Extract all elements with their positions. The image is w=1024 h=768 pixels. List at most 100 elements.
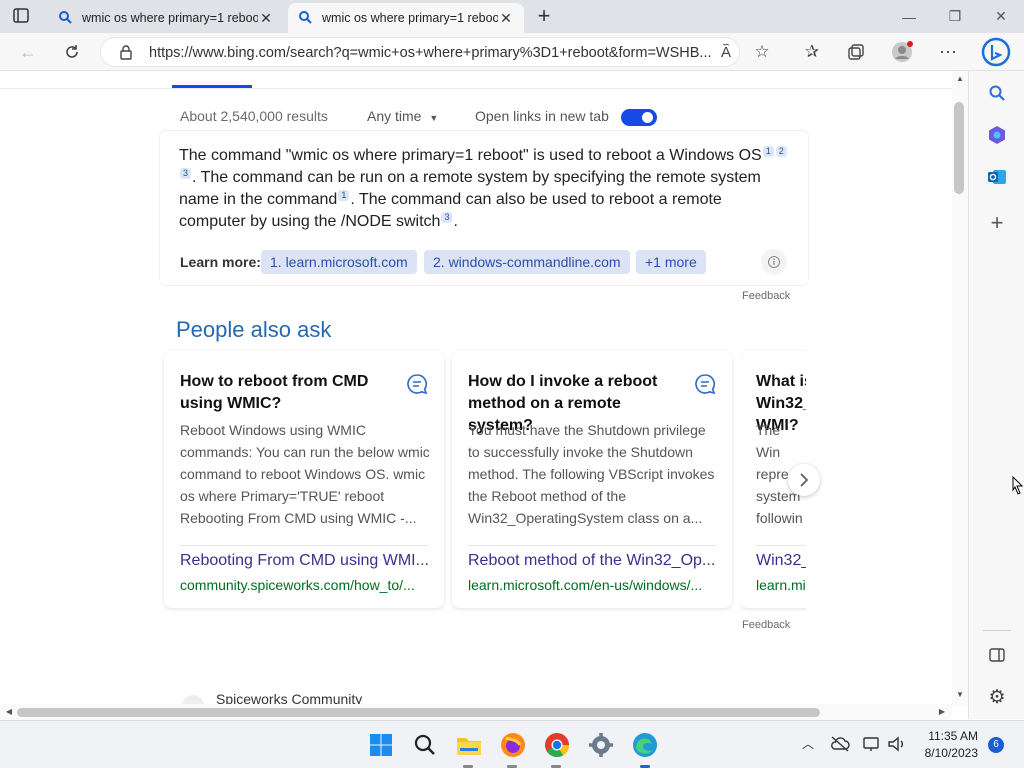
time-filter-dropdown[interactable]: Any time ▼ (367, 108, 438, 124)
settings-app-icon[interactable] (587, 731, 615, 759)
chat-bubble-icon[interactable] (694, 373, 716, 395)
citation-badge[interactable]: 2 (775, 145, 787, 157)
close-window-icon[interactable]: ✕ (978, 0, 1024, 33)
restore-icon[interactable]: ❐ (932, 0, 978, 33)
paa-result-link[interactable]: Rebooting From CMD using WMI... (180, 552, 430, 570)
scroll-up-arrow[interactable]: ▲ (953, 72, 967, 86)
new-tab-button[interactable]: + (534, 2, 554, 30)
paa-divider (756, 545, 806, 546)
paa-result-url: learn.mi (756, 577, 806, 593)
clock-date[interactable]: 8/10/2023 (920, 746, 978, 760)
profile-avatar[interactable] (886, 33, 918, 71)
minimize-icon[interactable]: — (886, 0, 932, 33)
scroll-right-arrow[interactable]: ▶ (935, 705, 949, 719)
start-windows-icon[interactable] (367, 731, 395, 759)
paa-divider (180, 545, 428, 546)
network-offline-icon[interactable] (830, 735, 850, 758)
windows-taskbar: ︿ 11:35 AM 8/10/2023 6 (0, 720, 1024, 768)
refresh-icon[interactable] (56, 33, 88, 71)
paa-result-url: community.spiceworks.com/how_to/... (180, 577, 415, 593)
chrome-icon[interactable] (543, 731, 571, 759)
mouse-cursor (1012, 475, 1024, 501)
citation-badge[interactable]: 1 (338, 189, 350, 201)
edge-icon[interactable] (631, 731, 659, 759)
favorites-icon[interactable]: ✰ (796, 33, 828, 71)
learn-more-link[interactable]: 2. windows-commandline.com (424, 250, 630, 274)
close-tab-icon[interactable]: ✕ (498, 10, 514, 27)
scroll-down-arrow[interactable]: ▼ (953, 688, 967, 702)
chevron-right-icon (800, 473, 809, 487)
paa-answer-snippet: You must have the Shutdown privilege to … (468, 422, 715, 526)
settings-more-icon[interactable]: ⋯ (932, 33, 964, 71)
collections-icon[interactable] (840, 33, 872, 71)
learn-more-label: Learn more: (180, 254, 261, 270)
citation-badge[interactable]: 1 (762, 145, 774, 157)
sidebar-search-icon[interactable] (969, 79, 1024, 107)
paa-result-link[interactable]: Reboot method of the Win32_Op... (468, 552, 718, 570)
url-text: https://www.bing.com/search?q=wmic+os+wh… (149, 45, 712, 61)
firefox-icon[interactable] (499, 731, 527, 759)
info-icon[interactable] (761, 249, 787, 275)
feedback-link[interactable]: Feedback (742, 290, 790, 302)
chat-bubble-icon[interactable] (406, 373, 428, 395)
volume-icon[interactable] (887, 735, 907, 758)
clock-time[interactable]: 11:35 AM (920, 729, 978, 743)
add-favorite-icon[interactable]: ☆ (746, 33, 778, 71)
citation-badge[interactable]: 3 (180, 167, 192, 179)
paa-card[interactable]: How to reboot from CMD using WMIC? Reboo… (164, 351, 444, 608)
tab-actions-icon[interactable] (10, 6, 32, 26)
tab-inactive[interactable]: wmic os where primary=1 reboot ✕ (48, 3, 284, 33)
header-divider (0, 88, 952, 89)
taskbar-search-icon[interactable] (411, 731, 439, 759)
answer-card: The command "wmic os where primary=1 reb… (160, 131, 808, 285)
vertical-scroll-thumb[interactable] (954, 102, 964, 194)
chevron-up-icon[interactable]: ︿ (802, 735, 814, 752)
edge-sidebar: + ⚙ (968, 71, 1024, 719)
bing-search-icon (298, 10, 312, 27)
read-aloud-icon[interactable]: A᷈ (710, 33, 742, 71)
close-tab-icon[interactable]: ✕ (258, 10, 274, 27)
sidebar-outlook-icon[interactable] (969, 163, 1024, 191)
notification-badge[interactable]: 6 (988, 737, 1004, 753)
answer-segment: . (453, 213, 458, 230)
sidebar-divider (983, 630, 1011, 631)
display-icon[interactable] (862, 735, 882, 758)
tab-active[interactable]: wmic os where primary=1 reboot ✕ (288, 3, 524, 33)
sidebar-settings-icon[interactable]: ⚙ (969, 683, 1024, 711)
back-icon[interactable]: ← (12, 33, 44, 71)
navigation-bar: ← https://www.bing.com/search?q=wmic+os+… (0, 33, 1024, 71)
scroll-left-arrow[interactable]: ◀ (2, 705, 16, 719)
paa-divider (468, 545, 716, 546)
results-count: About 2,540,000 results (180, 108, 328, 124)
time-filter-label: Any time (367, 108, 422, 124)
answer-segment: The command "wmic os where primary=1 reb… (179, 147, 762, 164)
paa-answer-snippet: Reboot Windows using WMIC commands: You … (180, 422, 430, 526)
tab-strip: wmic os where primary=1 reboot ✕ wmic os… (0, 0, 1024, 33)
file-explorer-icon[interactable] (455, 731, 483, 759)
sidebar-toggle-icon[interactable] (969, 641, 1024, 669)
paa-result-url: learn.microsoft.com/en-us/windows/... (468, 577, 703, 593)
paa-result-link[interactable]: Win32_ (756, 552, 806, 570)
address-bar[interactable]: https://www.bing.com/search?q=wmic+os+wh… (100, 37, 740, 67)
tab-title: wmic os where primary=1 reboot (322, 11, 498, 25)
bing-search-icon (58, 10, 72, 27)
tab-title: wmic os where primary=1 reboot (82, 11, 258, 25)
horizontal-scroll-thumb[interactable] (17, 708, 820, 717)
answer-text: The command "wmic os where primary=1 reb… (179, 145, 789, 233)
citation-badge[interactable]: 3 (441, 211, 453, 223)
learn-more-link[interactable]: 1. learn.microsoft.com (261, 250, 417, 274)
bing-chat-icon[interactable] (978, 33, 1014, 71)
paa-card[interactable]: How do I invoke a reboot method on a rem… (452, 351, 732, 608)
carousel-next-button[interactable] (788, 464, 820, 496)
sidebar-add-icon[interactable]: + (969, 209, 1024, 237)
toggle-knob (642, 112, 653, 123)
paa-question[interactable]: How to reboot from CMD using WMIC? (180, 371, 400, 415)
feedback-link[interactable]: Feedback (742, 619, 790, 631)
people-also-ask-heading: People also ask (176, 317, 332, 342)
learn-more-link[interactable]: +1 more (636, 250, 706, 274)
dropdown-caret-icon: ▼ (429, 113, 439, 123)
lock-icon[interactable] (119, 44, 133, 65)
sidebar-copilot-icon[interactable] (969, 121, 1024, 149)
open-links-label: Open links in new tab (475, 108, 609, 124)
open-links-toggle[interactable] (621, 109, 657, 126)
